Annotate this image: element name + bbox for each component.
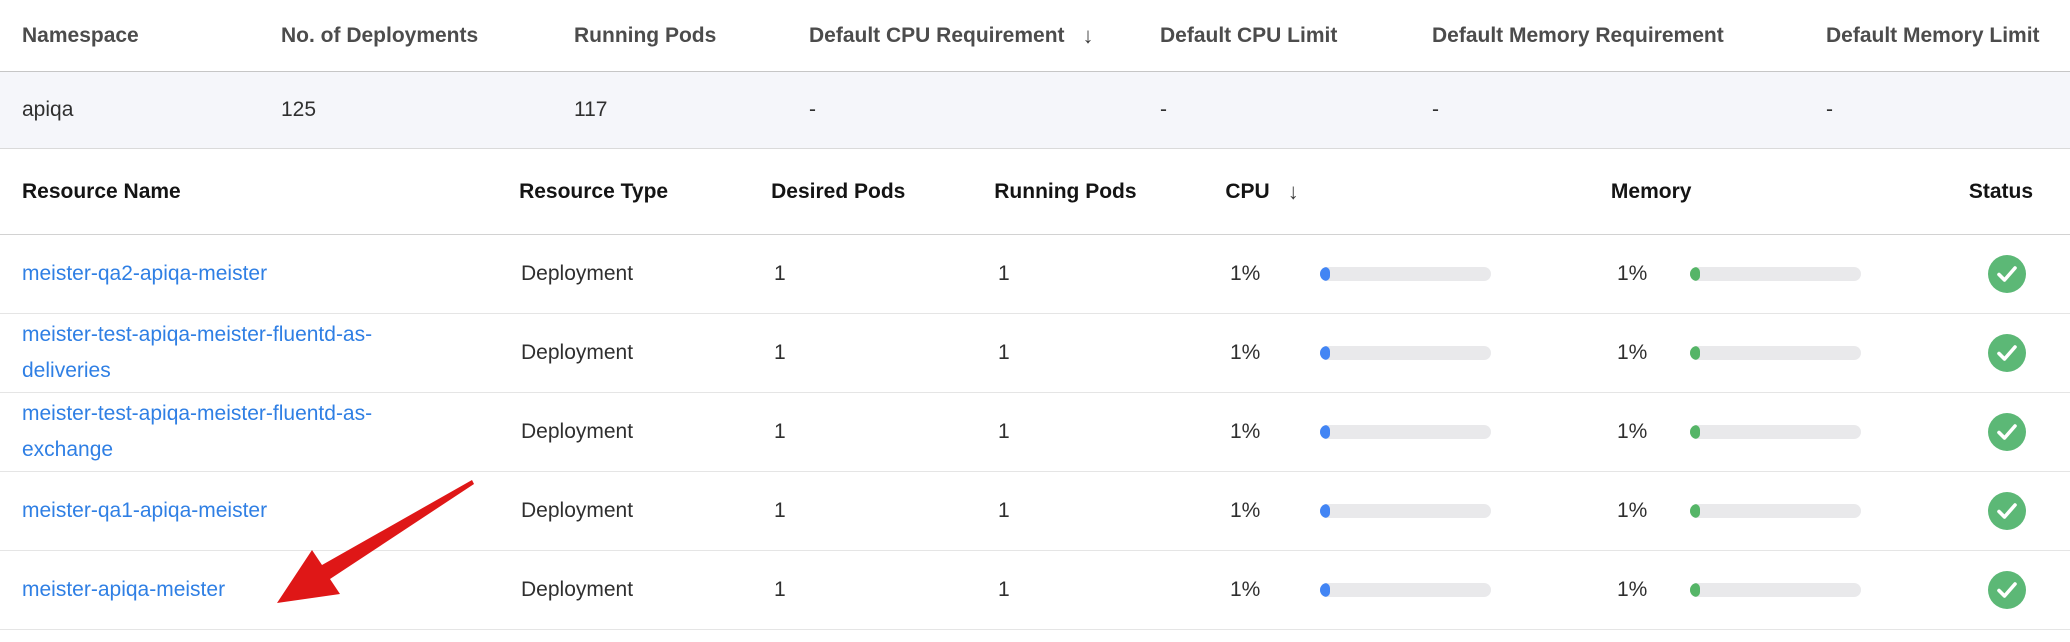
cpu-percent-cell: 1% bbox=[1230, 499, 1320, 523]
column-header-memory-limit[interactable]: Default Memory Limit bbox=[1826, 24, 2070, 48]
memory-requirement-cell: - bbox=[1432, 98, 1826, 122]
resource-link[interactable]: meister-test-apiqa-meister-fluentd-as-de… bbox=[22, 317, 410, 389]
memory-limit-cell: - bbox=[1826, 98, 2070, 122]
column-header-cpu-requirement[interactable]: Default CPU Requirement ↓ bbox=[809, 23, 1160, 49]
column-header-running-pods[interactable]: Running Pods bbox=[574, 24, 809, 48]
cpu-limit-cell: - bbox=[1160, 98, 1432, 122]
cpu-usage-bar bbox=[1320, 583, 1608, 597]
resource-link[interactable]: meister-qa1-apiqa-meister bbox=[22, 493, 267, 529]
running-pods-cell: 1 bbox=[998, 499, 1230, 523]
status-healthy-icon bbox=[1988, 492, 2026, 530]
cpu-percent-cell: 1% bbox=[1230, 262, 1320, 286]
column-header-memory[interactable]: Memory bbox=[1602, 180, 1684, 204]
resource-link[interactable]: meister-qa2-apiqa-meister bbox=[22, 256, 267, 292]
namespace-table: Namespace No. of Deployments Running Pod… bbox=[0, 0, 2070, 149]
running-pods-cell: 1 bbox=[998, 262, 1230, 286]
column-header-running-pods[interactable]: Running Pods bbox=[994, 180, 1225, 204]
memory-percent-cell: 1% bbox=[1608, 499, 1690, 523]
column-header-desired-pods[interactable]: Desired Pods bbox=[771, 180, 994, 204]
status-healthy-icon bbox=[1988, 334, 2026, 372]
cpu-usage-bar bbox=[1320, 504, 1608, 518]
resource-link[interactable]: meister-test-apiqa-meister-fluentd-as-ex… bbox=[22, 396, 410, 468]
cpu-requirement-cell: - bbox=[809, 98, 1160, 122]
column-header-memory-requirement[interactable]: Default Memory Requirement bbox=[1432, 24, 1826, 48]
status-cell bbox=[1976, 413, 2070, 451]
column-header-cpu-label: CPU bbox=[1225, 180, 1269, 204]
resource-row: meister-test-apiqa-meister-fluentd-as-de… bbox=[0, 314, 2070, 393]
column-header-status[interactable]: Status bbox=[1969, 180, 2070, 204]
running-pods-count-cell: 117 bbox=[574, 98, 809, 122]
resources-table: Resource Name Resource Type Desired Pods… bbox=[0, 149, 2070, 630]
resource-type-cell: Deployment bbox=[521, 262, 774, 286]
memory-percent-cell: 1% bbox=[1608, 578, 1690, 602]
resource-type-cell: Deployment bbox=[521, 420, 774, 444]
deployments-count-cell: 125 bbox=[281, 98, 574, 122]
namespace-cell: apiqa bbox=[22, 98, 281, 122]
status-cell bbox=[1976, 334, 2070, 372]
memory-percent-cell: 1% bbox=[1608, 262, 1690, 286]
memory-percent-cell: 1% bbox=[1608, 420, 1690, 444]
memory-percent-cell: 1% bbox=[1608, 341, 1690, 365]
cpu-requirement-value: - bbox=[809, 98, 816, 122]
running-pods-cell: 1 bbox=[998, 420, 1230, 444]
memory-usage-bar bbox=[1690, 267, 1976, 281]
column-header-resource-name[interactable]: Resource Name bbox=[22, 180, 519, 204]
cpu-usage-bar bbox=[1320, 346, 1608, 360]
resource-row: meister-qa2-apiqa-meister Deployment 1 1… bbox=[0, 235, 2070, 314]
resource-type-cell: Deployment bbox=[521, 341, 774, 365]
column-header-cpu-limit[interactable]: Default CPU Limit bbox=[1160, 24, 1432, 48]
status-cell bbox=[1976, 492, 2070, 530]
sort-descending-icon[interactable]: ↓ bbox=[1083, 23, 1094, 49]
running-pods-cell: 1 bbox=[998, 341, 1230, 365]
status-healthy-icon bbox=[1988, 413, 2026, 451]
cpu-percent-cell: 1% bbox=[1230, 420, 1320, 444]
memory-usage-bar bbox=[1690, 346, 1976, 360]
column-header-resource-type[interactable]: Resource Type bbox=[519, 180, 771, 204]
status-healthy-icon bbox=[1988, 255, 2026, 293]
column-header-deployments[interactable]: No. of Deployments bbox=[281, 24, 574, 48]
resource-row-annotated: meister-apiqa-meister Deployment 1 1 1% … bbox=[0, 551, 2070, 630]
namespace-resources-page: Namespace No. of Deployments Running Pod… bbox=[0, 0, 2070, 642]
cpu-percent-cell: 1% bbox=[1230, 341, 1320, 365]
desired-pods-cell: 1 bbox=[774, 578, 998, 602]
cpu-percent-cell: 1% bbox=[1230, 578, 1320, 602]
sort-descending-icon[interactable]: ↓ bbox=[1288, 179, 1299, 205]
resources-table-header: Resource Name Resource Type Desired Pods… bbox=[0, 149, 2070, 235]
desired-pods-cell: 1 bbox=[774, 420, 998, 444]
namespace-row-apiqa[interactable]: apiqa 125 117 - - - - bbox=[0, 72, 2070, 149]
memory-usage-bar bbox=[1690, 504, 1976, 518]
resource-row: meister-qa1-apiqa-meister Deployment 1 1… bbox=[0, 472, 2070, 551]
resource-type-cell: Deployment bbox=[521, 499, 774, 523]
status-cell bbox=[1976, 255, 2070, 293]
status-cell bbox=[1976, 571, 2070, 609]
desired-pods-cell: 1 bbox=[774, 341, 998, 365]
column-header-namespace[interactable]: Namespace bbox=[22, 24, 281, 48]
running-pods-cell: 1 bbox=[998, 578, 1230, 602]
memory-usage-bar bbox=[1690, 583, 1976, 597]
status-healthy-icon bbox=[1988, 571, 2026, 609]
resource-row: meister-test-apiqa-meister-fluentd-as-ex… bbox=[0, 393, 2070, 472]
column-header-cpu-requirement-label: Default CPU Requirement bbox=[809, 24, 1065, 48]
desired-pods-cell: 1 bbox=[774, 262, 998, 286]
namespace-table-header: Namespace No. of Deployments Running Pod… bbox=[0, 0, 2070, 72]
memory-usage-bar bbox=[1690, 425, 1976, 439]
resource-link[interactable]: meister-apiqa-meister bbox=[22, 572, 225, 608]
cpu-usage-bar bbox=[1320, 425, 1608, 439]
cpu-usage-bar bbox=[1320, 267, 1608, 281]
desired-pods-cell: 1 bbox=[774, 499, 998, 523]
column-header-cpu[interactable]: CPU ↓ bbox=[1225, 179, 1315, 205]
resource-type-cell: Deployment bbox=[521, 578, 774, 602]
